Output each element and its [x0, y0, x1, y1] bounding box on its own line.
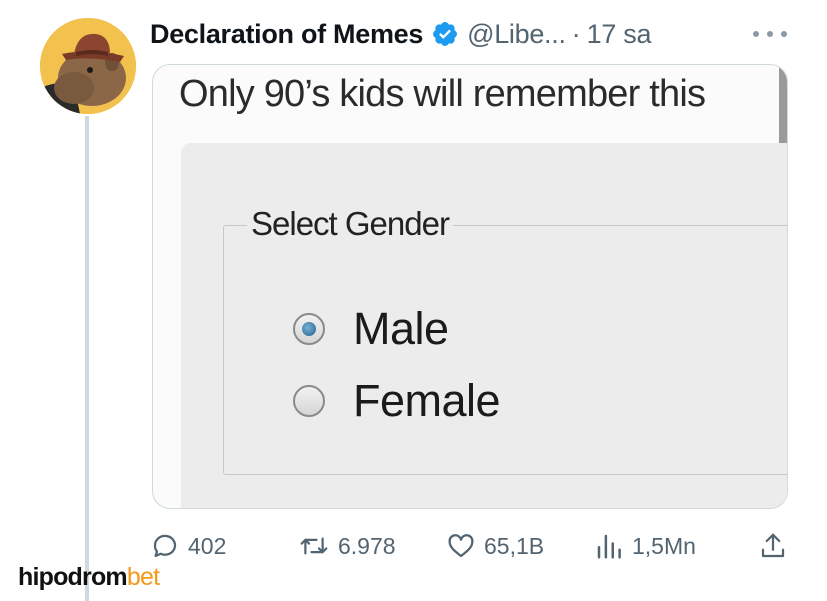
thread-line: [85, 116, 89, 601]
user-handle[interactable]: @Libe...: [467, 19, 566, 50]
reply-icon: [153, 534, 177, 558]
watermark-logo: hipodrombet: [18, 563, 160, 592]
radio-label-female: Female: [353, 375, 501, 426]
like-count: 65,1B: [484, 532, 545, 559]
reply-button[interactable]: 402: [150, 526, 226, 566]
tweet-header: Declaration of Memes @Libe... · 17 sa: [150, 14, 652, 54]
radio-checked-icon: [293, 313, 325, 345]
retweet-count: 6.978: [338, 532, 396, 559]
meme-caption: Only 90’s kids will remember this: [179, 73, 706, 115]
verified-badge-icon: [431, 20, 459, 48]
tweet-actions-bar: 402 6.978 65,1B 1,5Mn: [150, 526, 790, 566]
radio-label-male: Male: [353, 303, 449, 354]
like-button[interactable]: 65,1B: [446, 526, 544, 566]
more-options-icon[interactable]: [753, 24, 787, 44]
avatar[interactable]: [40, 18, 136, 114]
tweet-time[interactable]: 17 sa: [587, 19, 652, 50]
share-icon: [761, 533, 785, 558]
separator-dot: ·: [571, 18, 581, 49]
watermark-text-accent: bet: [126, 563, 160, 591]
share-button[interactable]: [758, 526, 788, 566]
watermark-text-main: hipodrom: [18, 563, 128, 591]
radio-unchecked-icon: [293, 385, 325, 417]
views-count: 1,5Mn: [632, 532, 696, 559]
analytics-icon: [597, 534, 621, 559]
reply-count: 402: [188, 532, 227, 559]
retweet-button[interactable]: 6.978: [298, 526, 396, 566]
views-button[interactable]: 1,5Mn: [594, 526, 696, 566]
heart-icon: [448, 534, 474, 558]
radio-option-male: Male: [293, 303, 449, 355]
retweet-icon: [300, 537, 328, 555]
display-name[interactable]: Declaration of Memes: [150, 19, 423, 50]
tweet-media-image[interactable]: Only 90’s kids will remember this Select…: [152, 64, 788, 509]
radio-option-female: Female: [293, 375, 501, 427]
capybara-avatar-icon: [40, 18, 136, 114]
group-box-label: Select Gender: [247, 205, 453, 243]
